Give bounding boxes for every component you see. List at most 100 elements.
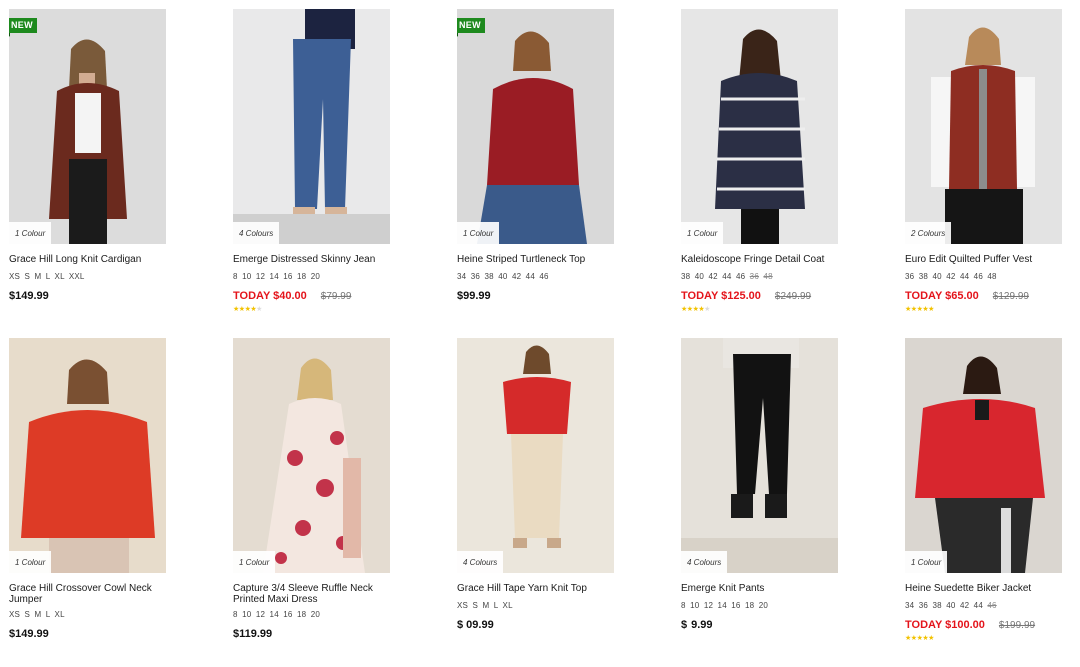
size-option: XL bbox=[54, 610, 65, 619]
size-option: 16 bbox=[283, 272, 298, 281]
product-photo-illustration bbox=[715, 29, 805, 244]
price-row: TODAY $40.00 $79.99 bbox=[233, 290, 390, 303]
size-list: 34 36 38 40 42 44 46 bbox=[457, 272, 614, 282]
sale-price: TODAY $65.00 bbox=[905, 290, 979, 302]
star-rating: ★★★★★ bbox=[905, 306, 1062, 314]
size-option: XS bbox=[9, 610, 25, 619]
size-list: XS S M L XL bbox=[457, 601, 614, 611]
star-empty-icon: ★ bbox=[256, 306, 262, 313]
size-option: 40 bbox=[694, 272, 709, 281]
product-image[interactable]: 4 Colours bbox=[457, 338, 614, 573]
product-name-link[interactable]: Grace Hill Long Knit Cardigan bbox=[9, 254, 166, 267]
size-option: L bbox=[45, 272, 55, 281]
price-row: $119.99 bbox=[233, 628, 390, 641]
product-image[interactable]: 4 Colours bbox=[233, 9, 390, 244]
size-list: 34 36 38 40 42 44 46 bbox=[905, 601, 1062, 611]
size-option: 18 bbox=[297, 272, 311, 281]
size-option: 40 bbox=[498, 272, 512, 281]
size-option: 46 bbox=[539, 272, 549, 281]
size-option: XS bbox=[9, 272, 25, 281]
size-list: 8 10 12 14 16 18 20 bbox=[233, 610, 390, 620]
size-option: 48 bbox=[987, 272, 997, 281]
product-card[interactable]: 4 Colours Emerge Distressed Skinny Jean 8 … bbox=[233, 9, 390, 338]
product-photo-illustration bbox=[233, 9, 390, 244]
size-option: 36 bbox=[918, 601, 933, 610]
size-option-unavailable: 46 bbox=[987, 601, 997, 610]
product-card[interactable]: 1 Colour Kaleidoscope Fringe Detail Coat 3… bbox=[681, 9, 838, 338]
size-option: 20 bbox=[310, 272, 321, 281]
product-card[interactable]: 4 Colours Grace Hill Tape Yarn Knit Top XS… bbox=[457, 338, 614, 667]
size-option: M bbox=[482, 601, 494, 610]
size-list: 8 10 12 14 16 18 20 bbox=[681, 601, 838, 611]
size-option: 46 bbox=[973, 272, 988, 281]
size-option: 44 bbox=[973, 601, 988, 610]
sale-price: TODAY $100.00 bbox=[905, 619, 985, 631]
product-name-link[interactable]: Grace Hill Crossover Cowl Neck Jumper bbox=[9, 583, 166, 605]
product-image[interactable]: 2 Colours bbox=[905, 9, 1062, 244]
product-card[interactable]: NEW 1 Colour Heine Striped Turtleneck Top 3… bbox=[457, 9, 614, 338]
product-card[interactable]: 1 Colour Grace Hill Crossover Cowl Neck J… bbox=[9, 338, 166, 667]
product-name-link[interactable]: Emerge Distressed Skinny Jean bbox=[233, 254, 390, 267]
regular-price: $ 9.99 bbox=[681, 619, 713, 631]
product-card[interactable]: 1 Colour Capture 3/4 Sleeve Ruffle Neck P… bbox=[233, 338, 390, 667]
size-option: XL bbox=[54, 272, 69, 281]
size-option: XS bbox=[457, 601, 473, 610]
size-option: 38 bbox=[932, 601, 947, 610]
product-name-link[interactable]: Heine Striped Turtleneck Top bbox=[457, 254, 614, 267]
price-row: $149.99 bbox=[9, 290, 166, 303]
product-name-link[interactable]: Euro Edit Quilted Puffer Vest bbox=[905, 254, 1062, 267]
size-option: 38 bbox=[484, 272, 499, 281]
product-image[interactable]: 1 Colour bbox=[9, 338, 166, 573]
price-row: TODAY $100.00 $199.99 bbox=[905, 619, 1062, 632]
sale-price: TODAY $125.00 bbox=[681, 290, 761, 302]
size-option: S bbox=[24, 272, 35, 281]
product-photo-illustration bbox=[49, 39, 127, 244]
colour-count-tag: 1 Colour bbox=[457, 222, 500, 244]
size-option: 44 bbox=[722, 272, 736, 281]
product-image[interactable]: 1 Colour bbox=[233, 338, 390, 573]
product-name-link[interactable]: Emerge Knit Pants bbox=[681, 583, 838, 596]
colour-count-tag: 1 Colour bbox=[233, 551, 276, 573]
product-image[interactable]: 1 Colour bbox=[905, 338, 1062, 573]
product-photo-illustration bbox=[915, 356, 1045, 573]
size-option: 12 bbox=[703, 601, 718, 610]
product-image[interactable]: NEW 1 Colour bbox=[9, 9, 166, 244]
regular-price: $149.99 bbox=[9, 628, 49, 640]
original-price: $249.99 bbox=[774, 291, 812, 302]
product-image[interactable]: NEW 1 Colour bbox=[457, 9, 614, 244]
size-option: 14 bbox=[269, 610, 284, 619]
size-option: XXL bbox=[68, 272, 85, 281]
size-list: 8 10 12 14 16 18 20 bbox=[233, 272, 390, 282]
product-photo-illustration bbox=[21, 359, 155, 573]
original-price: $79.99 bbox=[320, 291, 352, 302]
colour-count-tag: 1 Colour bbox=[9, 222, 52, 244]
size-option: 38 bbox=[681, 272, 695, 281]
size-option: 20 bbox=[758, 601, 769, 610]
product-name-link[interactable]: Grace Hill Tape Yarn Knit Top bbox=[457, 583, 614, 596]
regular-price: $119.99 bbox=[233, 628, 273, 640]
product-card[interactable]: NEW 1 Colour Grace Hill Long Knit Cardigan… bbox=[9, 9, 166, 338]
size-option: 36 bbox=[905, 272, 919, 281]
product-card[interactable]: 2 Colours Euro Edit Quilted Puffer Vest 36… bbox=[905, 9, 1062, 338]
size-option: XL bbox=[502, 601, 513, 610]
price-row: TODAY $65.00 $129.99 bbox=[905, 290, 1062, 303]
size-option: 18 bbox=[745, 601, 759, 610]
product-name-link[interactable]: Heine Suedette Biker Jacket bbox=[905, 583, 1062, 596]
product-image[interactable]: 4 Colours bbox=[681, 338, 838, 573]
size-option: 34 bbox=[905, 601, 919, 610]
size-option: 16 bbox=[731, 601, 746, 610]
size-list: 36 38 40 42 44 46 48 bbox=[905, 272, 1062, 282]
size-option: 34 bbox=[457, 272, 471, 281]
product-name-link[interactable]: Kaleidoscope Fringe Detail Coat bbox=[681, 254, 838, 267]
star-filled-icon: ★ bbox=[928, 635, 934, 642]
size-option: 10 bbox=[690, 601, 704, 610]
product-name-link[interactable]: Capture 3/4 Sleeve Ruffle Neck Printed M… bbox=[233, 583, 390, 605]
size-option: L bbox=[493, 601, 503, 610]
star-rating: ★★★★★ bbox=[681, 306, 838, 314]
product-image[interactable]: 1 Colour bbox=[681, 9, 838, 244]
size-option: 10 bbox=[242, 610, 256, 619]
product-card[interactable]: 4 Colours Emerge Knit Pants 8 10 12 14 16 … bbox=[681, 338, 838, 667]
product-card[interactable]: 1 Colour Heine Suedette Biker Jacket 34 36… bbox=[905, 338, 1062, 667]
regular-price: $149.99 bbox=[9, 290, 49, 302]
colour-count-tag: 1 Colour bbox=[681, 222, 724, 244]
